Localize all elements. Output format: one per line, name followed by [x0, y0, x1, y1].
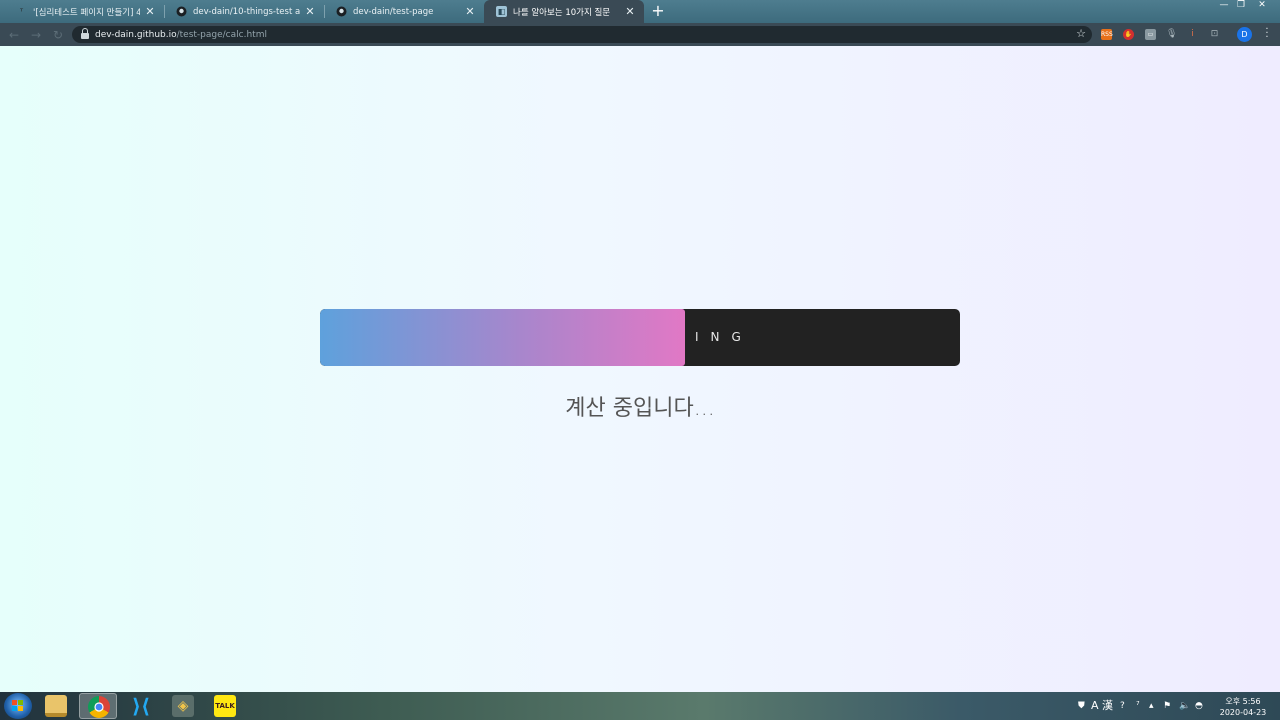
close-icon[interactable]: ✕	[624, 5, 636, 18]
progress-bar-fill	[320, 309, 685, 366]
network-icon[interactable]: ◓	[1195, 700, 1203, 712]
tab-1[interactable]: ᵀ '[심리테스트 페이지 만들기] 4일 ✕	[4, 0, 164, 23]
vscode-icon: ⟩⟨	[131, 694, 151, 718]
profile-avatar[interactable]: D	[1237, 27, 1252, 42]
ime-indicator[interactable]: A 漢	[1091, 700, 1113, 712]
show-hidden-icons[interactable]: ▴	[1149, 700, 1154, 712]
taskbar-kakaotalk[interactable]: TALK	[206, 693, 244, 719]
taskbar-git[interactable]: ◈	[164, 693, 202, 719]
close-icon[interactable]: ✕	[464, 5, 476, 18]
tab-title: dev-dain/test-page	[353, 6, 434, 17]
forward-icon[interactable]: →	[28, 27, 44, 43]
new-tab-button[interactable]: +	[651, 2, 665, 20]
kakaotalk-icon: TALK	[214, 695, 236, 717]
url-path: /test-page/calc.html	[176, 29, 267, 40]
address-bar[interactable]: dev-dain.github.io/test-page/calc.html ☆	[72, 26, 1092, 43]
tab-4-active[interactable]: ◧ 나를 알아보는 10가지 질문 ✕	[484, 0, 644, 23]
taskbar-clock[interactable]: 오후 5:56 2020-04-23	[1212, 696, 1274, 718]
progress-bar: ING	[320, 309, 960, 366]
url-text: dev-dain.github.io/test-page/calc.html	[95, 30, 267, 40]
shield-tray-icon[interactable]: ⛊	[1078, 700, 1085, 712]
tab-title: '[심리테스트 페이지 만들기] 4일	[33, 7, 140, 18]
page-icon: ◧	[496, 6, 507, 17]
git-icon: ◈	[172, 695, 194, 717]
adblock-icon[interactable]: ✋	[1123, 29, 1134, 40]
tab-title: dev-dain/10-things-test at 908b	[193, 6, 300, 17]
reload-icon[interactable]: ↻	[50, 27, 66, 43]
chrome-icon	[88, 696, 110, 718]
tab-strip: ᵀ '[심리테스트 페이지 만들기] 4일 ✕ dev-dain/10-thin…	[0, 0, 1280, 23]
taskbar-chrome[interactable]	[79, 693, 117, 719]
page-content: ING 계산 중입니다...	[0, 46, 1280, 692]
file-explorer-icon	[45, 695, 67, 717]
lock-icon	[81, 27, 89, 39]
browser-menu-icon[interactable]: · · ·	[1264, 25, 1270, 43]
volume-icon[interactable]: 🔈	[1179, 700, 1190, 712]
windows-logo-icon	[12, 700, 24, 712]
status-message: 계산 중입니다...	[565, 396, 715, 421]
url-host: dev-dain.github.io	[95, 29, 177, 40]
info-extension-icon[interactable]: ⅰ	[1187, 29, 1198, 40]
extension-icon[interactable]: ▭	[1145, 29, 1156, 40]
clock-time: 오후 5:56	[1225, 697, 1261, 706]
clock-date: 2020-04-23	[1219, 708, 1267, 717]
ime-options-icon[interactable]: ⁷	[1136, 700, 1140, 712]
taskbar-file-explorer[interactable]	[37, 693, 75, 719]
back-icon[interactable]: ←	[6, 27, 22, 43]
taskbar-vscode[interactable]: ⟩⟨	[122, 693, 160, 719]
rss-extension-icon[interactable]: RSS	[1101, 29, 1113, 40]
mic-extension-icon[interactable]: 🎙	[1166, 29, 1177, 40]
restore-button[interactable]: ❐	[1233, 0, 1249, 12]
start-button[interactable]	[4, 693, 32, 719]
tab-title: 나를 알아보는 10가지 질문	[513, 7, 611, 18]
tab-3[interactable]: dev-dain/test-page ✕	[324, 0, 484, 23]
cast-extension-icon[interactable]: ⊡	[1209, 29, 1220, 40]
github-icon	[176, 6, 187, 17]
close-window-button[interactable]: ✕	[1254, 0, 1270, 12]
help-tray-icon[interactable]: ?	[1120, 700, 1125, 712]
github-icon	[336, 6, 347, 17]
minimize-button[interactable]: —	[1216, 0, 1232, 12]
close-icon[interactable]: ✕	[304, 5, 316, 18]
close-icon[interactable]: ✕	[144, 5, 156, 18]
tistory-icon: ᵀ	[19, 7, 24, 16]
bookmark-star-icon[interactable]: ☆	[1076, 27, 1086, 40]
taskbar: ⟩⟨ ◈ TALK	[0, 692, 1280, 720]
progress-label: ING	[695, 330, 753, 344]
action-center-flag-icon[interactable]: ⚑	[1163, 700, 1171, 712]
tab-2[interactable]: dev-dain/10-things-test at 908b ✕	[164, 0, 324, 23]
